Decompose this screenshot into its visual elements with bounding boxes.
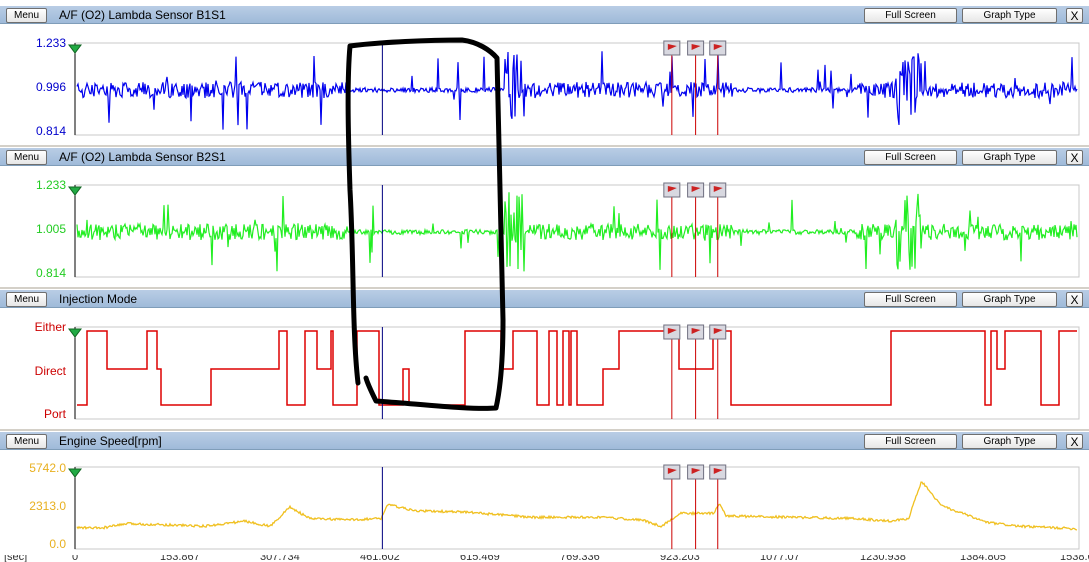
x-axis: [sec] 0 153.867 307.734 461.602 615.469 769.33… [0, 555, 1089, 562]
close-button[interactable]: X [1066, 292, 1083, 307]
x-tick-label: 1077.07 [760, 555, 800, 562]
x-tick-label: 1538.67 [1060, 555, 1089, 562]
b1s1-chart [68, 40, 1080, 136]
panel-titlebar: Menu A/F (O2) Lambda Sensor B2S1 Full Sc… [0, 147, 1089, 166]
x-tick-label: [sec] [4, 555, 28, 562]
full-screen-button[interactable]: Full Screen [864, 292, 957, 307]
plot-frame [74, 466, 1080, 550]
panel-title: A/F (O2) Lambda Sensor B2S1 [59, 150, 226, 164]
full-screen-button[interactable]: Full Screen [864, 150, 957, 165]
panel-title: Engine Speed[rpm] [59, 434, 162, 448]
graph-type-button[interactable]: Graph Type [962, 292, 1057, 307]
panel-title: A/F (O2) Lambda Sensor B1S1 [59, 8, 226, 22]
panel-injection: Menu Injection Mode Full Screen Graph Ty… [0, 289, 1089, 429]
graph-type-button[interactable]: Graph Type [962, 8, 1057, 23]
menu-button[interactable]: Menu [6, 292, 47, 307]
flag-marker-icon [687, 324, 705, 340]
flag-marker-icon [709, 324, 727, 340]
x-tick-label: 1230.938 [860, 555, 906, 562]
injection-chart [68, 324, 1080, 420]
x-tick-label: 615.469 [460, 555, 500, 562]
rpm-chart [68, 464, 1080, 550]
full-screen-button[interactable]: Full Screen [864, 434, 957, 449]
close-button[interactable]: X [1066, 434, 1083, 449]
full-screen-button[interactable]: Full Screen [864, 8, 957, 23]
plot-area[interactable]: Either Direct Port [0, 309, 1089, 429]
graph-type-button[interactable]: Graph Type [962, 150, 1057, 165]
flag-marker-icon [663, 182, 681, 198]
flag-marker-icon [709, 182, 727, 198]
panel-titlebar: Menu Engine Speed[rpm] Full Screen Graph… [0, 431, 1089, 450]
panel-b1s1: Menu A/F (O2) Lambda Sensor B1S1 Full Sc… [0, 5, 1089, 145]
flag-marker-icon [663, 324, 681, 340]
flag-marker-icon [663, 40, 681, 56]
x-tick-label: 0 [72, 555, 79, 562]
plot-area[interactable]: 1.233 1.005 0.814 [0, 167, 1089, 287]
panel-title: Injection Mode [59, 292, 138, 306]
flag-marker-icon [687, 40, 705, 56]
panel-titlebar: Menu Injection Mode Full Screen Graph Ty… [0, 289, 1089, 308]
panel-b2s1: Menu A/F (O2) Lambda Sensor B2S1 Full Sc… [0, 147, 1089, 287]
b2s1-chart [68, 182, 1080, 278]
flag-marker-icon [709, 40, 727, 56]
x-tick-label: 153.867 [160, 555, 200, 562]
panel-titlebar: Menu A/F (O2) Lambda Sensor B1S1 Full Sc… [0, 5, 1089, 24]
close-button[interactable]: X [1066, 8, 1083, 23]
x-tick-label: 769.336 [560, 555, 600, 562]
plot-area[interactable]: 5742.0 2313.0 0.0 [0, 451, 1089, 555]
plot-area[interactable]: 1.233 0.996 0.814 [0, 25, 1089, 145]
flag-marker-icon [663, 464, 681, 480]
menu-button[interactable]: Menu [6, 150, 47, 165]
x-tick-label: 461.602 [360, 555, 400, 562]
flag-marker-icon [687, 464, 705, 480]
menu-button[interactable]: Menu [6, 8, 47, 23]
panel-rpm: Menu Engine Speed[rpm] Full Screen Graph… [0, 431, 1089, 555]
flag-marker-icon [709, 464, 727, 480]
x-tick-label: 307.734 [260, 555, 300, 562]
flag-marker-icon [687, 182, 705, 198]
x-tick-label: 923.203 [660, 555, 700, 562]
graph-type-button[interactable]: Graph Type [962, 434, 1057, 449]
close-button[interactable]: X [1066, 150, 1083, 165]
x-tick-label: 1384.805 [960, 555, 1006, 562]
menu-button[interactable]: Menu [6, 434, 47, 449]
